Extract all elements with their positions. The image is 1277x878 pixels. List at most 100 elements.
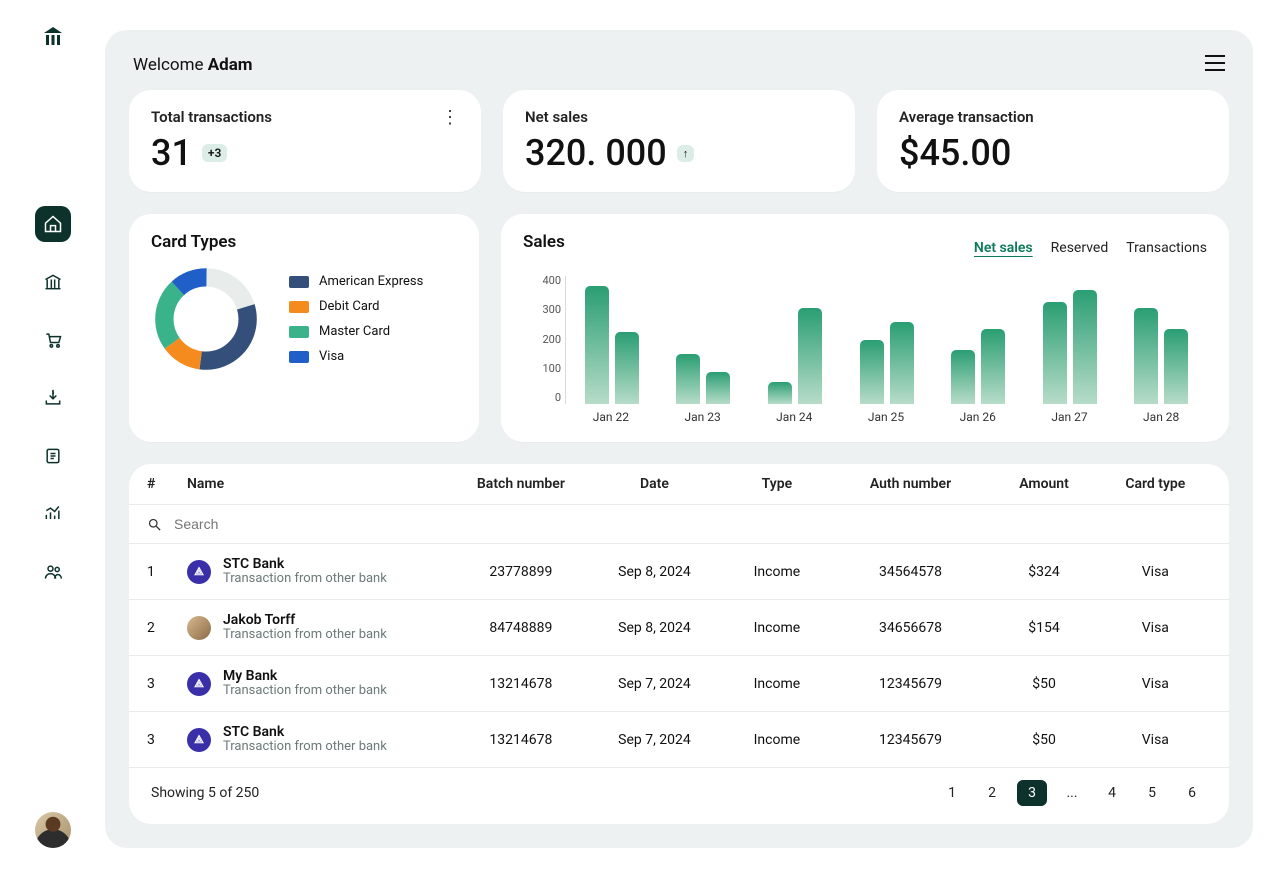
bar xyxy=(951,350,975,404)
welcome-text: Welcome Adam xyxy=(133,55,253,75)
cell-auth: 34656678 xyxy=(833,620,989,636)
row-name: Jakob Torff xyxy=(223,612,387,628)
table-row[interactable]: 3⟁My BankTransaction from other bank1321… xyxy=(129,656,1229,712)
row-avatar-icon: ⟁ xyxy=(187,728,211,752)
row-avatar-icon: ⟁ xyxy=(187,672,211,696)
x-label: Jan 23 xyxy=(657,410,749,424)
row-sub: Transaction from other bank xyxy=(223,684,387,699)
nav-users[interactable] xyxy=(35,554,71,590)
legend-swatch xyxy=(289,301,309,313)
bar-group xyxy=(932,276,1024,404)
legend-label: Master Card xyxy=(319,324,390,339)
svg-text:$: $ xyxy=(51,389,54,396)
cell-auth: 34564578 xyxy=(833,564,989,580)
cell-amount: $50 xyxy=(988,676,1099,692)
cell-type: Income xyxy=(721,732,832,748)
legend-swatch xyxy=(289,276,309,288)
nav-cart[interactable] xyxy=(35,322,71,358)
kpi-avg-value: $45.00 xyxy=(899,132,1011,174)
row-avatar-icon: ⟁ xyxy=(187,560,211,584)
x-label: Jan 25 xyxy=(840,410,932,424)
nav-deposit[interactable]: $ xyxy=(35,380,71,416)
cell-card: Visa xyxy=(1100,732,1211,748)
pagination: 123...456 xyxy=(937,780,1207,806)
user-avatar[interactable] xyxy=(35,812,71,848)
page-1[interactable]: 1 xyxy=(937,780,967,806)
card-types-title: Card Types xyxy=(151,232,457,252)
legend-item: Debit Card xyxy=(289,299,423,314)
bar xyxy=(768,382,792,404)
cell-date: Sep 7, 2024 xyxy=(588,732,722,748)
page-2[interactable]: 2 xyxy=(977,780,1007,806)
page-4[interactable]: 4 xyxy=(1097,780,1127,806)
legend-item: Master Card xyxy=(289,324,423,339)
tab-net-sales[interactable]: Net sales xyxy=(974,240,1033,256)
page-3[interactable]: 3 xyxy=(1017,780,1047,806)
bar xyxy=(706,372,730,404)
welcome-name: Adam xyxy=(208,55,253,75)
sales-tabs: Net sales Reserved Transactions xyxy=(974,240,1207,256)
bar xyxy=(585,286,609,404)
y-tick: 400 xyxy=(523,274,561,287)
table-row[interactable]: 1⟁STC BankTransaction from other bank237… xyxy=(129,544,1229,600)
cell-index: 3 xyxy=(147,732,187,748)
row-sub: Transaction from other bank xyxy=(223,740,387,755)
nav-analytics[interactable] xyxy=(35,496,71,532)
col-card: Card type xyxy=(1100,476,1211,492)
cell-amount: $50 xyxy=(988,732,1099,748)
kpi-net-value: 320. 000 xyxy=(525,132,667,174)
cell-name: ⟁ My BankTransaction from other bank xyxy=(187,668,454,699)
chart-bars xyxy=(565,276,1207,404)
sales-card: Sales Net sales Reserved Transactions 400 3… xyxy=(501,214,1229,442)
welcome-prefix: Welcome xyxy=(133,55,208,75)
nav-bank[interactable] xyxy=(35,264,71,300)
cart-icon xyxy=(43,330,63,350)
cell-batch: 84748889 xyxy=(454,620,588,636)
kpi-net-delta-icon xyxy=(677,145,695,162)
donut-chart xyxy=(151,264,261,374)
legend-label: Visa xyxy=(319,349,344,364)
cell-batch: 13214678 xyxy=(454,676,588,692)
cell-amount: $324 xyxy=(988,564,1099,580)
cell-date: Sep 8, 2024 xyxy=(588,564,722,580)
search-input[interactable] xyxy=(172,515,1211,533)
table-row[interactable]: 3⟁STC BankTransaction from other bank132… xyxy=(129,712,1229,768)
page-6[interactable]: 6 xyxy=(1177,780,1207,806)
bar-group xyxy=(1115,276,1207,404)
cell-date: Sep 8, 2024 xyxy=(588,620,722,636)
table-header: # Name Batch number Date Type Auth numbe… xyxy=(129,464,1229,504)
kpi-avg-label: Average transaction xyxy=(899,108,1207,126)
sales-title: Sales xyxy=(523,232,565,252)
y-tick: 300 xyxy=(523,303,561,316)
cell-card: Visa xyxy=(1100,676,1211,692)
legend-item: Visa xyxy=(289,349,423,364)
kpi-menu-button[interactable]: ⋮ xyxy=(441,114,459,122)
legend-label: American Express xyxy=(319,274,423,289)
search-icon xyxy=(147,517,162,532)
deposit-icon: $ xyxy=(43,388,63,408)
tab-transactions[interactable]: Transactions xyxy=(1126,240,1207,256)
table-footer-text: Showing 5 of 250 xyxy=(151,785,259,801)
transactions-table: # Name Batch number Date Type Auth numbe… xyxy=(129,464,1229,824)
sales-chart: 4003002001000 Jan 22Jan 23Jan 24Jan 25Ja… xyxy=(523,274,1207,424)
row-avatar-icon xyxy=(187,616,211,640)
bar xyxy=(890,322,914,404)
y-tick: 0 xyxy=(523,391,561,404)
nav-home[interactable] xyxy=(35,206,71,242)
page-5[interactable]: 5 xyxy=(1137,780,1167,806)
kpi-avg-transaction: Average transaction $45.00 xyxy=(877,90,1229,192)
bar-group xyxy=(1024,276,1116,404)
row-name: My Bank xyxy=(223,668,387,684)
col-index: # xyxy=(147,476,187,492)
tab-reserved[interactable]: Reserved xyxy=(1051,240,1109,256)
x-label: Jan 27 xyxy=(1024,410,1116,424)
cell-auth: 12345679 xyxy=(833,676,989,692)
menu-button[interactable] xyxy=(1203,54,1227,76)
bar xyxy=(1073,290,1097,404)
cell-index: 1 xyxy=(147,564,187,580)
document-icon xyxy=(43,446,63,466)
table-row[interactable]: 2Jakob TorffTransaction from other bank8… xyxy=(129,600,1229,656)
x-label: Jan 28 xyxy=(1115,410,1207,424)
kpi-total-transactions: ⋮ Total transactions 31 +3 xyxy=(129,90,481,192)
nav-document[interactable] xyxy=(35,438,71,474)
